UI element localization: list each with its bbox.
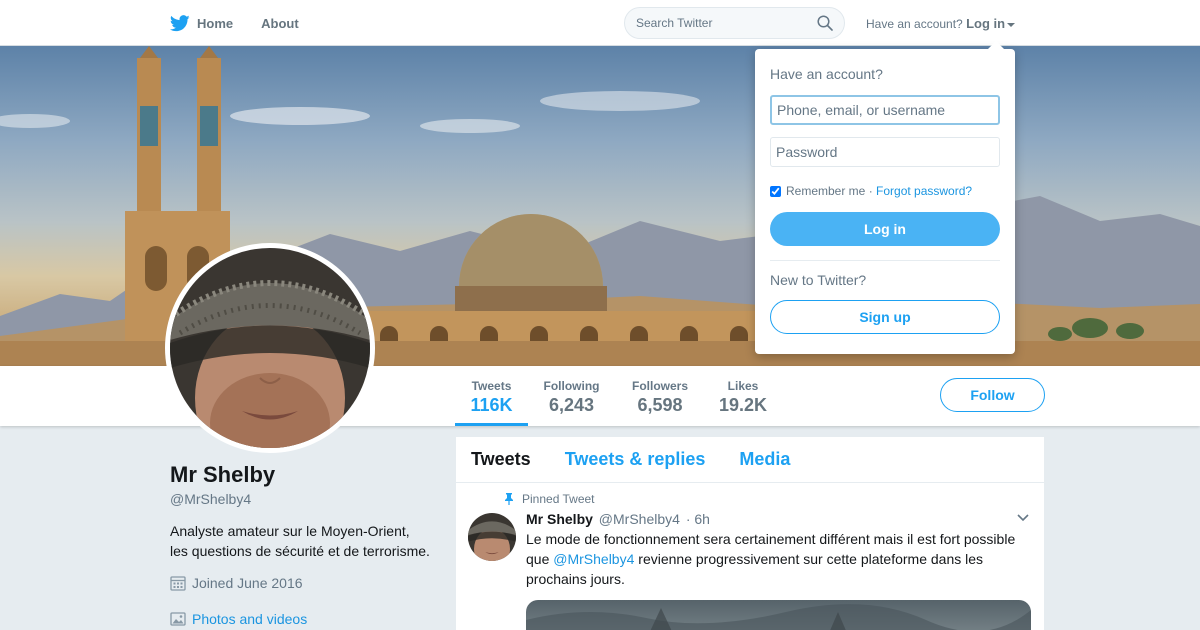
- login-dropdown-toggle[interactable]: Log in: [966, 16, 1016, 31]
- login-toggle-label: Log in: [966, 16, 1006, 31]
- username-field[interactable]: [770, 95, 1000, 125]
- password-field[interactable]: [770, 137, 1000, 167]
- tweet-text: Le mode de fonctionnement sera certainem…: [526, 529, 1026, 589]
- nav-about-label: About: [261, 15, 299, 31]
- timeline-tabs: Tweets Tweets & replies Media: [456, 437, 1044, 483]
- nav-left: Home About: [170, 0, 327, 46]
- calendar-icon: [170, 576, 186, 591]
- nav-home-label: Home: [197, 15, 234, 31]
- pinned-tweet-label: Pinned Tweet: [504, 492, 595, 506]
- profile-handle[interactable]: @MrShelby4: [170, 491, 251, 507]
- search-input[interactable]: [636, 16, 817, 30]
- tweet-header: Mr Shelby @MrShelby4 · 6h: [526, 511, 710, 527]
- remember-me-row: Remember me · Forgot password?: [770, 184, 972, 198]
- bio-line: Analyste amateur sur le Moyen-Orient,: [170, 523, 410, 539]
- bio-line: les questions de sécurité et de terroris…: [170, 543, 430, 559]
- tweet-text-segment: revienne progressivement sur cette plate…: [634, 551, 984, 567]
- tweet-mention-link[interactable]: @MrShelby4: [553, 551, 634, 567]
- tweet-media[interactable]: [526, 600, 1031, 630]
- pinned-text: Pinned Tweet: [522, 492, 595, 506]
- dropdown-divider: [770, 260, 1000, 261]
- profile-joined: Joined June 2016: [170, 575, 303, 591]
- nav-about[interactable]: About: [261, 16, 299, 31]
- remember-separator: ·: [865, 184, 877, 198]
- search-box[interactable]: [624, 7, 845, 39]
- tweet-author-name[interactable]: Mr Shelby: [526, 511, 593, 527]
- profile-bio: Analyste amateur sur le Moyen-Orient, le…: [170, 521, 450, 561]
- have-account-text: Have an account?: [866, 17, 963, 31]
- avatar-image: [170, 248, 370, 448]
- stat-tweets[interactable]: Tweets 116K: [455, 366, 528, 426]
- forgot-password-link[interactable]: Forgot password?: [876, 184, 972, 198]
- stat-tweets-label: Tweets: [471, 379, 512, 393]
- tweet-line: Le mode de fonctionnement sera certainem…: [526, 531, 1016, 547]
- timeline: Tweets Tweets & replies Media Pinned Twe…: [456, 437, 1044, 630]
- remember-me-checkbox[interactable]: [770, 185, 781, 197]
- stat-followers-label: Followers: [631, 379, 688, 393]
- nav-home[interactable]: Home: [170, 14, 234, 32]
- top-navigation-bar: Home About Have an account? Log in: [0, 0, 1200, 46]
- profile-avatar[interactable]: [165, 243, 375, 453]
- have-account-area: Have an account? Log in: [866, 16, 1016, 31]
- stat-tweets-value: 116K: [470, 395, 513, 415]
- tweet-avatar[interactable]: [468, 513, 516, 561]
- stat-followers-value: 6,598: [637, 395, 683, 415]
- stat-followers[interactable]: Followers 6,598: [625, 366, 695, 426]
- tweet-author-handle[interactable]: @MrShelby4: [599, 511, 680, 527]
- stat-likes-label: Likes: [727, 379, 759, 393]
- tab-tweets-and-replies[interactable]: Tweets & replies: [565, 449, 706, 470]
- follow-button[interactable]: Follow: [940, 378, 1045, 412]
- login-button[interactable]: Log in: [770, 212, 1000, 246]
- image-icon: [170, 612, 186, 626]
- stat-following[interactable]: Following 6,243: [538, 366, 605, 426]
- stat-following-label: Following: [543, 379, 600, 393]
- new-to-twitter-text: New to Twitter?: [770, 272, 867, 288]
- search-icon[interactable]: [817, 15, 833, 31]
- tweet-text-segment: que: [526, 551, 554, 567]
- profile-name[interactable]: Mr Shelby: [170, 462, 275, 488]
- signup-button[interactable]: Sign up: [770, 300, 1000, 334]
- chevron-down-icon[interactable]: [1016, 513, 1030, 523]
- stat-likes-value: 19.2K: [718, 395, 768, 415]
- profile-photos[interactable]: Photos and videos: [170, 611, 307, 627]
- tweet-line: que @MrShelby4 revienne progressivement …: [526, 549, 1026, 569]
- caret-down-icon: [1007, 22, 1016, 27]
- tweet-avatar-image: [468, 513, 516, 561]
- photos-and-videos-link[interactable]: Photos and videos: [192, 611, 307, 627]
- twitter-bird-icon: [170, 14, 190, 31]
- tweet-line: prochains jours.: [526, 571, 625, 587]
- tweet-media-image: [526, 604, 1031, 630]
- pin-icon: [505, 493, 513, 505]
- joined-date: Joined June 2016: [192, 575, 303, 591]
- tweet-time[interactable]: · 6h: [686, 511, 710, 527]
- tab-tweets[interactable]: Tweets: [471, 449, 531, 470]
- tab-media[interactable]: Media: [739, 449, 790, 470]
- dropdown-title: Have an account?: [770, 66, 883, 82]
- remember-me-label[interactable]: Remember me: [786, 184, 865, 198]
- stat-following-value: 6,243: [548, 395, 595, 415]
- stat-likes[interactable]: Likes 19.2K: [713, 366, 773, 426]
- login-dropdown: Have an account? Remember me · Forgot pa…: [755, 41, 1015, 354]
